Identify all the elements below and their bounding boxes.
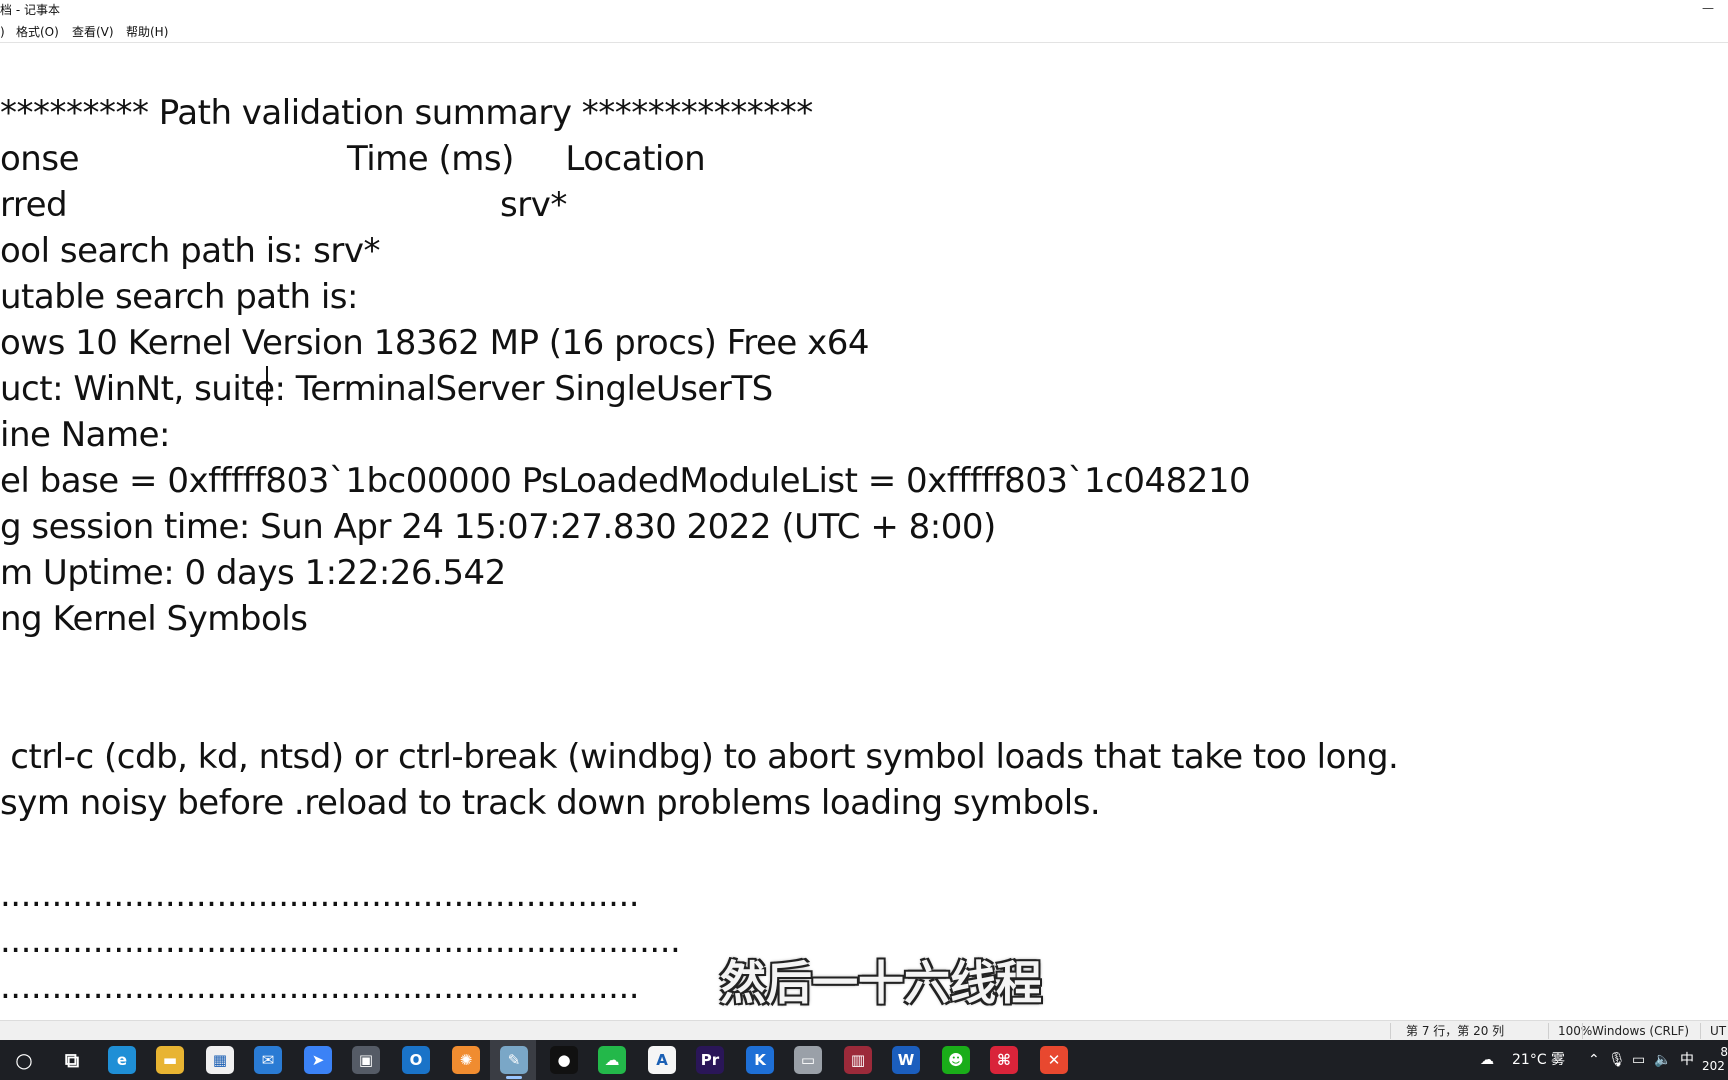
- editor-line: ctrl-c (cdb, kd, ntsd) or ctrl-break (wi…: [0, 737, 1399, 777]
- editor-line: utable search path is:: [0, 277, 358, 317]
- screen-tool-icon[interactable]: ▣: [352, 1046, 380, 1074]
- a-app-icon[interactable]: A: [648, 1046, 676, 1074]
- clock-time: 8: [1720, 1045, 1728, 1059]
- menu-item-format[interactable]: 格式(O): [16, 22, 59, 42]
- settings-app-icon[interactable]: ✺: [452, 1046, 480, 1074]
- editor-line: ........................................…: [0, 921, 681, 961]
- outlook-icon[interactable]: O: [402, 1046, 430, 1074]
- zoom-level: 100%: [1558, 1024, 1593, 1038]
- menu-bar: ) 格式(O) 查看(V) 帮助(H): [0, 22, 1728, 42]
- wechat-icon[interactable]: ☻: [942, 1046, 970, 1074]
- status-divider: [1582, 1023, 1583, 1039]
- editor-line: m Uptime: 0 days 1:22:26.542: [0, 553, 506, 593]
- microphone-icon[interactable]: 🎙: [1608, 1040, 1626, 1080]
- editor-line: uct: WinNt, suite: TerminalServer Single…: [0, 369, 773, 409]
- encoding: UT: [1710, 1024, 1727, 1038]
- notepad-icon[interactable]: ✎: [500, 1046, 528, 1079]
- k-app-icon[interactable]: K: [746, 1046, 774, 1074]
- archive-icon[interactable]: ▥: [844, 1046, 872, 1074]
- menu-item-edit[interactable]: ): [0, 22, 5, 42]
- text-editor[interactable]: ********* Path validation summary ******…: [0, 43, 1728, 1020]
- window-title: 档 - 记事本: [0, 3, 60, 17]
- editor-line: ........................................…: [0, 967, 640, 1007]
- editor-line: ool search path is: srv*: [0, 231, 380, 271]
- feishu-icon[interactable]: ➤: [304, 1046, 332, 1074]
- pdf-app-icon[interactable]: ⌘: [990, 1046, 1018, 1074]
- weather-text[interactable]: 21°C 雾: [1512, 1040, 1565, 1080]
- menu-item-help[interactable]: 帮助(H): [126, 22, 168, 42]
- status-divider: [1700, 1023, 1701, 1039]
- taskbar: ○ ⧉ e ▬ ▦ ✉ ➤ ▣ O ✺ ✎ ● ☁ A Pr K ▭ ▥ W ☻ ⌘ ✕ ☁ 21°C 雾 ⌃ 🎙 ▭ 🔈…: [0, 1040, 1728, 1080]
- drive-icon[interactable]: ▭: [794, 1046, 822, 1074]
- editor-line: rred srv*: [0, 185, 567, 225]
- mail-icon[interactable]: ✉: [254, 1046, 282, 1074]
- video-subtitle: 然后一十六线程: [720, 956, 1042, 1010]
- status-divider: [1548, 1023, 1549, 1039]
- ime-indicator[interactable]: 中: [1680, 1040, 1694, 1080]
- file-explorer-icon[interactable]: ▬: [156, 1046, 184, 1074]
- editor-line: ........................................…: [0, 875, 640, 915]
- status-bar: 第 7 行，第 20 列 100% Windows (CRLF) UT: [0, 1020, 1728, 1041]
- clock-date: 202: [1702, 1059, 1725, 1073]
- line-ending: Windows (CRLF): [1592, 1024, 1690, 1038]
- editor-line: ********* Path validation summary ******…: [0, 93, 813, 133]
- menu-item-view[interactable]: 查看(V): [72, 22, 114, 42]
- editor-line: el base = 0xfffff803`1bc00000 PsLoadedMo…: [0, 461, 1251, 501]
- editor-line: ng Kernel Symbols: [0, 599, 308, 639]
- text-caret: [266, 366, 268, 406]
- minimize-button[interactable]: —: [1700, 2, 1716, 16]
- status-divider: [1390, 1023, 1391, 1039]
- editor-line: onse Time (ms) Location: [0, 139, 706, 179]
- edge-icon[interactable]: e: [108, 1046, 136, 1074]
- x-app-icon[interactable]: ✕: [1040, 1046, 1068, 1074]
- cursor-position: 第 7 行，第 20 列: [1406, 1024, 1505, 1038]
- record-icon[interactable]: ●: [550, 1046, 578, 1074]
- premiere-icon[interactable]: Pr: [696, 1046, 724, 1074]
- task-view-icon[interactable]: ⧉: [58, 1046, 86, 1074]
- editor-line: g session time: Sun Apr 24 15:07:27.830 …: [0, 507, 996, 547]
- network-icon[interactable]: ▭: [1632, 1040, 1645, 1080]
- cloud-app-icon[interactable]: ☁: [598, 1046, 626, 1074]
- editor-line: ine Name:: [0, 415, 170, 455]
- word-app-icon[interactable]: W: [892, 1046, 920, 1074]
- editor-line: sym noisy before .reload to track down p…: [0, 783, 1101, 823]
- clock[interactable]: 8 202: [1702, 1040, 1728, 1075]
- volume-icon[interactable]: 🔈: [1654, 1040, 1671, 1080]
- title-bar: 档 - 记事本 —: [0, 0, 1728, 20]
- chevron-up-icon[interactable]: ⌃: [1588, 1040, 1600, 1080]
- editor-line: ows 10 Kernel Version 18362 MP (16 procs…: [0, 323, 870, 363]
- store-icon[interactable]: ▦: [206, 1046, 234, 1074]
- search-icon[interactable]: ○: [10, 1046, 38, 1074]
